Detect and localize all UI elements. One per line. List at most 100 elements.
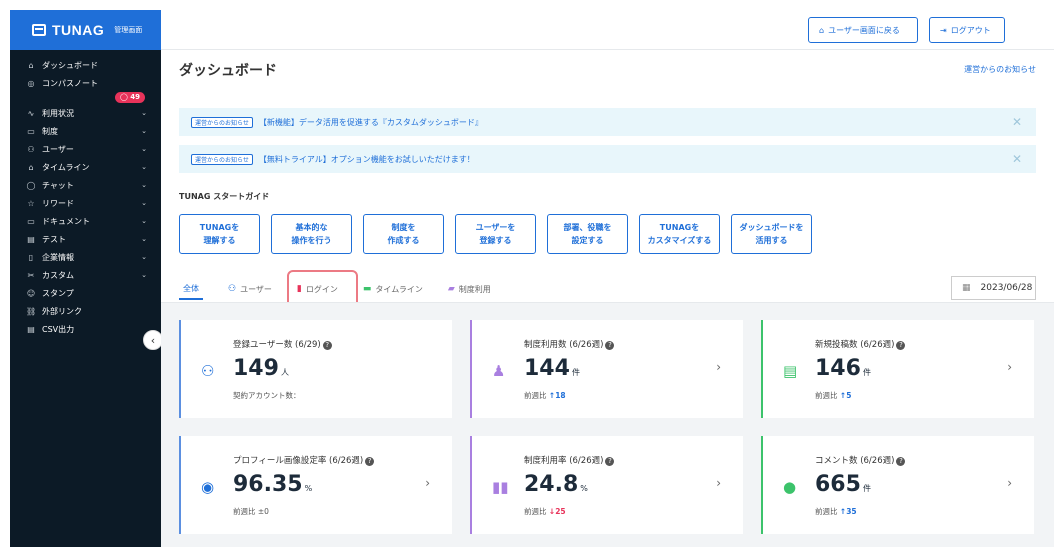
banner-text[interactable]: 【無料トライアル】オプション機能をお試しいただけます！ bbox=[259, 154, 475, 165]
chevron-right-icon[interactable]: › bbox=[425, 476, 430, 490]
announcement-banner[interactable]: 運営からのお知らせ 【無料トライアル】オプション機能をお試しいただけます！ ✕ bbox=[179, 145, 1036, 173]
users-icon: ⚇ bbox=[228, 284, 237, 294]
tab-users[interactable]: ⚇ ユーザー bbox=[228, 278, 272, 300]
brand-logo[interactable]: TUNAG 管理画面 bbox=[10, 10, 161, 50]
timeline-icon: ▬ bbox=[362, 284, 372, 294]
guide-set-departments-button[interactable]: 部署、役職を 設定する bbox=[547, 214, 628, 254]
stat-sub: 前週比 ↓25 bbox=[524, 507, 566, 516]
sidebar-item-document[interactable]: ▭ ドキュメント ⌄ bbox=[10, 212, 161, 230]
close-icon[interactable]: ✕ bbox=[1012, 152, 1022, 166]
tab-all[interactable]: 全体 bbox=[179, 278, 203, 300]
date-value: 2023/06/28 bbox=[980, 283, 1033, 293]
sidebar-item-system[interactable]: ▭ 制度 ⌄ bbox=[10, 122, 161, 140]
sidebar-item-usage[interactable]: ∿ 利用状況 ⌄ bbox=[10, 104, 161, 122]
compass-icon: ◎ bbox=[27, 78, 35, 88]
sidebar-item-label: 利用状況 bbox=[42, 108, 74, 118]
close-icon[interactable]: ✕ bbox=[1012, 115, 1022, 129]
sidebar-item-stamp[interactable]: ☺ スタンプ bbox=[10, 284, 161, 302]
sidebar-item-users[interactable]: ⚇ ユーザー ⌄ bbox=[10, 140, 161, 158]
logo-icon bbox=[32, 24, 46, 36]
stat-value: 665 件 bbox=[815, 472, 871, 497]
folder-icon: ▭ bbox=[27, 216, 35, 226]
sidebar-item-test[interactable]: ▤ テスト ⌄ bbox=[10, 230, 161, 248]
stat-card-profile-image-rate[interactable]: ◉ プロフィール画像設定率 (6/26週)? 96.35% 前週比 ±0 › bbox=[179, 436, 452, 534]
sidebar-item-label: チャット bbox=[42, 180, 74, 190]
chevron-down-icon: ⌄ bbox=[141, 127, 147, 135]
operator-notice-link[interactable]: 運営からのお知らせ bbox=[964, 64, 1036, 75]
gift-icon: ♟ bbox=[492, 362, 506, 380]
start-guide-buttons: TUNAGを 理解する 基本的な 操作を行う 制度を 作成する ユーザーを 登録する 部… bbox=[179, 214, 812, 254]
chevron-right-icon[interactable]: › bbox=[1007, 360, 1012, 374]
stat-value: 96.35% bbox=[233, 472, 313, 497]
sidebar-item-csv-export[interactable]: ▤ CSV出力 bbox=[10, 320, 161, 338]
brand-name: TUNAG bbox=[52, 22, 105, 38]
announcement-banner[interactable]: 運営からのお知らせ 【新機能】データ活用を促進する『カスタムダッシュボード』 ✕ bbox=[179, 108, 1036, 136]
guide-basic-operation-button[interactable]: 基本的な 操作を行う bbox=[271, 214, 352, 254]
home-icon: ⌂ bbox=[819, 25, 825, 35]
brand-sub: 管理画面 bbox=[114, 26, 143, 34]
page-title: ダッシュボード bbox=[179, 63, 277, 79]
stat-title: プロフィール画像設定率 (6/26週)? bbox=[233, 454, 375, 466]
sidebar-item-label: 制度 bbox=[42, 126, 58, 136]
sidebar-item-timeline[interactable]: ⌂ タイムライン ⌄ bbox=[10, 158, 161, 176]
help-icon[interactable]: ? bbox=[322, 341, 332, 350]
chevron-down-icon: ⌄ bbox=[141, 253, 147, 261]
help-icon[interactable]: ? bbox=[365, 457, 375, 466]
sidebar-item-label: 企業情報 bbox=[42, 252, 74, 262]
stat-sub: 契約アカウント数： bbox=[233, 391, 301, 400]
chevron-right-icon[interactable]: › bbox=[716, 360, 721, 374]
chevron-right-icon[interactable]: › bbox=[1007, 476, 1012, 490]
stat-title: 制度利用率 (6/26週)? bbox=[524, 454, 615, 466]
sidebar-item-compass-note[interactable]: ◎ コンパスノート bbox=[10, 74, 161, 92]
book-icon: ▰ bbox=[447, 284, 455, 294]
help-icon[interactable]: ? bbox=[896, 341, 906, 350]
sidebar-item-label: ドキュメント bbox=[42, 216, 90, 226]
guide-customize-button[interactable]: TUNAGを カスタマイズする bbox=[639, 214, 720, 254]
stat-card-system-usage-rate[interactable]: ▮▮ 制度利用率 (6/26週)? 24.8% 前週比 ↓25 › bbox=[470, 436, 743, 534]
chevron-down-icon: ⌄ bbox=[141, 181, 147, 189]
home-icon: ⌂ bbox=[28, 162, 34, 172]
chevron-right-icon[interactable]: › bbox=[716, 476, 721, 490]
stat-value: 24.8% bbox=[524, 472, 588, 497]
sidebar-item-dashboard[interactable]: ⌂ ダッシュボード bbox=[10, 56, 161, 74]
sidebar-nav: ⌂ ダッシュボード ◎ コンパスノート ◯ 49 ∿ 利用状況 ⌄ ▭ 制度 ⌄… bbox=[10, 50, 161, 338]
sidebar-item-custom[interactable]: ✂ カスタム ⌄ bbox=[10, 266, 161, 284]
help-icon[interactable]: ? bbox=[896, 457, 906, 466]
users-icon: ⚇ bbox=[201, 362, 215, 380]
start-guide-title: TUNAG スタートガイド bbox=[179, 192, 270, 201]
main-content: ダッシュボード 運営からのお知らせ 運営からのお知らせ 【新機能】データ活用を促… bbox=[161, 50, 1054, 547]
guide-create-system-button[interactable]: 制度を 作成する bbox=[363, 214, 444, 254]
topbar: ⌂ ユーザー画面に戻る ⇥ ログアウト bbox=[161, 10, 1054, 50]
date-picker[interactable]: ▦ 2023/06/28 bbox=[951, 276, 1036, 300]
custom-icon: ✂ bbox=[27, 270, 35, 280]
sidebar-item-label: ユーザー bbox=[42, 144, 74, 154]
guide-understand-button[interactable]: TUNAGを 理解する bbox=[179, 214, 260, 254]
sidebar-item-company[interactable]: ▯ 企業情報 ⌄ bbox=[10, 248, 161, 266]
help-icon[interactable]: ? bbox=[605, 341, 615, 350]
stat-card-system-usage[interactable]: ♟ 制度利用数 (6/26週)? 144 件 前週比 ↑18 › bbox=[470, 320, 743, 418]
smile-icon: ☺ bbox=[26, 288, 36, 298]
guide-use-dashboard-button[interactable]: ダッシュボードを 活用する bbox=[731, 214, 812, 254]
help-icon[interactable]: ? bbox=[605, 457, 615, 466]
logout-button[interactable]: ⇥ ログアウト bbox=[929, 17, 1005, 43]
guide-register-users-button[interactable]: ユーザーを 登録する bbox=[455, 214, 536, 254]
sidebar-item-reward[interactable]: ☆ リワード ⌄ bbox=[10, 194, 161, 212]
book-icon: ▮▮ bbox=[492, 478, 509, 496]
banner-tag: 運営からのお知らせ bbox=[191, 153, 253, 165]
stat-card-comments[interactable]: ● コメント数 (6/26週)? 665 件 前週比 ↑35 › bbox=[761, 436, 1034, 534]
banner-text[interactable]: 【新機能】データ活用を促進する『カスタムダッシュボード』 bbox=[259, 117, 483, 128]
tab-timeline[interactable]: ▬ タイムライン bbox=[363, 278, 423, 300]
stat-value: 149 人 bbox=[233, 356, 289, 381]
table-icon: ▤ bbox=[27, 324, 35, 334]
users-icon: ⚇ bbox=[27, 144, 35, 154]
sidebar-item-external-link[interactable]: ⛓ 外部リンク bbox=[10, 302, 161, 320]
sidebar-item-chat[interactable]: ◯ チャット ⌄ bbox=[10, 176, 161, 194]
sidebar-item-label: リワード bbox=[42, 198, 74, 208]
tab-system-usage[interactable]: ▰ 制度利用 bbox=[448, 278, 491, 300]
stat-sub: 前週比 ↑5 bbox=[815, 391, 852, 400]
stat-sub: 前週比 ↑35 bbox=[815, 507, 857, 516]
stat-card-new-posts[interactable]: ▤ 新規投稿数 (6/26週)? 146 件 前週比 ↑5 › bbox=[761, 320, 1034, 418]
collapse-sidebar-button[interactable]: ‹ bbox=[143, 330, 163, 350]
sidebar-item-label: ダッシュボード bbox=[42, 60, 98, 70]
back-to-user-screen-button[interactable]: ⌂ ユーザー画面に戻る bbox=[808, 17, 918, 43]
